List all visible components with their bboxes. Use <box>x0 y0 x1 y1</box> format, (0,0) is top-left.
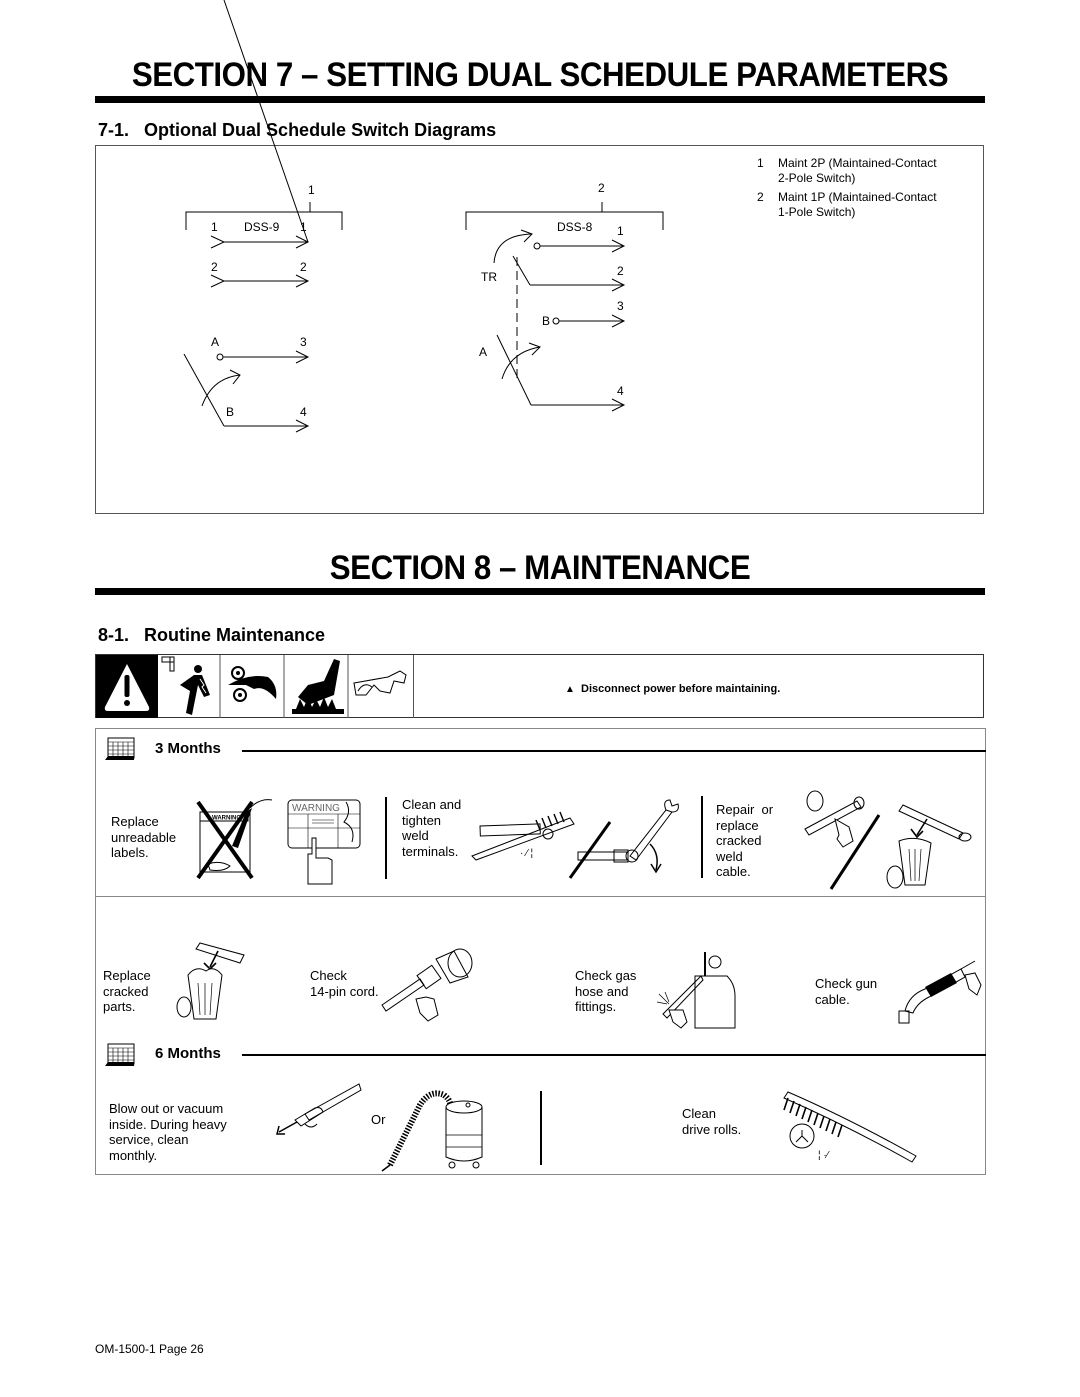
row-divider <box>96 896 985 897</box>
pin-cord-connector-icon <box>381 948 473 1022</box>
task-clean-drive-rolls-text: Clean drive rolls. <box>682 1106 742 1137</box>
welding-gun-icon <box>898 960 982 1024</box>
disconnect-warning: ▲ Disconnect power before maintaining. <box>565 683 780 695</box>
gas-cylinder-icon <box>656 952 736 1029</box>
dss8-right-label-1: 1 <box>617 224 624 238</box>
drive-roll-brush-icon: ¦ ·⁄ <box>783 1091 917 1163</box>
shop-vacuum-icon <box>381 1090 483 1172</box>
six-months-heading: 6 Months <box>155 1045 221 1062</box>
warning-triangle-icon <box>104 664 150 711</box>
dss8-right-label-3: 3 <box>617 299 624 313</box>
section-8-rule <box>95 588 985 595</box>
air-blow-gun-icon <box>276 1083 362 1135</box>
moving-parts-icon <box>228 666 277 702</box>
svg-text:¦ ·⁄: ¦ ·⁄ <box>818 1150 830 1161</box>
task-divider <box>701 796 703 878</box>
warning-text: Disconnect power before maintaining. <box>581 683 781 695</box>
dss8-wiring <box>465 202 664 412</box>
dss8-right-label-2: 2 <box>617 264 624 278</box>
dss8-b-label: B <box>542 314 551 328</box>
dss8-name: DSS-8 <box>557 220 593 234</box>
dss8-tr-label: TR <box>481 270 497 284</box>
task-repair-cable-text: Repair or replace cracked weld cable. <box>716 802 774 879</box>
calendar-icon <box>105 737 135 760</box>
wire-brush-terminal-icon: · ⁄ ¦ <box>471 799 679 879</box>
task-replace-parts-text: Replace cracked parts. <box>103 968 151 1014</box>
task-blow-out-text: Blow out or vacuum inside. During heavy … <box>109 1101 227 1163</box>
crossed-out-label-icon: WARNING <box>196 799 273 880</box>
subsection-8-1-heading: 8-1. Routine Maintenance <box>98 625 325 646</box>
trash-can-icon <box>176 942 245 1020</box>
svg-text:· ⁄ ¦: · ⁄ ¦ <box>520 848 533 859</box>
section-8-title: SECTION 8 – MAINTENANCE <box>329 549 751 587</box>
subsection-title: Routine Maintenance <box>144 625 326 645</box>
task-clean-terminals-text: Clean and tighten weld terminals. <box>402 797 462 859</box>
wrench-icon <box>577 799 679 874</box>
hot-parts-icon <box>292 659 344 714</box>
electric-shock-icon <box>161 656 210 715</box>
page-footer: OM-1500-1 Page 26 <box>95 1342 204 1356</box>
svg-text:WARNING: WARNING <box>292 803 340 814</box>
task-check-pin-cord-text: Check 14-pin cord. <box>310 968 379 999</box>
task-check-gun-cable-text: Check gun cable. <box>815 976 878 1007</box>
six-months-rule <box>242 1054 986 1056</box>
new-warning-label-icon: WARNING <box>287 799 361 885</box>
warning-panel <box>96 655 158 718</box>
three-months-heading: 3 Months <box>155 740 221 757</box>
warning-bullet-icon: ▲ <box>565 684 575 695</box>
dss8-right-label-4: 4 <box>617 384 624 398</box>
calendar-icon <box>105 1043 135 1066</box>
safety-glasses-icon <box>353 670 407 696</box>
subsection-number: 8-1. <box>98 625 130 645</box>
repair-or-replace-cable-icon <box>804 790 972 890</box>
dss8-a-label: A <box>479 345 488 359</box>
three-months-rule <box>242 750 986 752</box>
task-divider <box>385 797 387 879</box>
safety-icons-strip <box>158 655 414 718</box>
task-divider <box>540 1091 542 1165</box>
task-replace-labels-text: Replace unreadable labels. <box>111 814 177 860</box>
task-check-gas-hose-text: Check gas hose and fittings. <box>575 968 637 1014</box>
